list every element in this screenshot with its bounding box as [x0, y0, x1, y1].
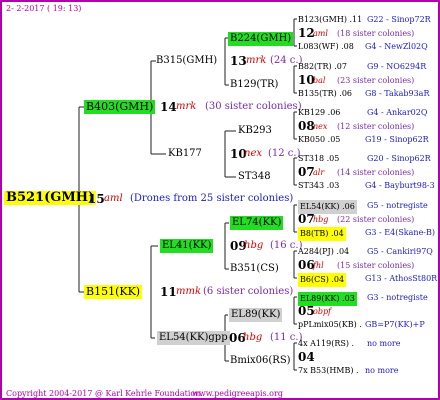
- g4-mark: hbg: [313, 215, 329, 224]
- g3-queen-5[interactable]: EL74(KK): [230, 216, 284, 230]
- g4-bottom-origin: GB=P7(KK)+P: [365, 320, 425, 329]
- g3-queen-3[interactable]: KB293: [238, 125, 272, 137]
- g4-top-origin: G3 - notregiste: [367, 293, 428, 302]
- g4-bottom-queen[interactable]: ST343 .03: [298, 180, 339, 192]
- g4-note: (14 sister colonies): [337, 168, 415, 177]
- g4-top-origin: G5 - Cankiri97Q: [367, 247, 433, 256]
- root-note: (Drones from 25 sister colonies): [130, 193, 294, 204]
- g3-queen-4[interactable]: ST348: [238, 171, 271, 183]
- g4-bottom-queen[interactable]: B6(CS) .04: [298, 273, 347, 287]
- g2-num-1: 13: [230, 54, 247, 68]
- g4-mark: bal: [313, 76, 326, 85]
- g4-mark: aml: [313, 29, 328, 38]
- g4-note: (22 sister colonies): [337, 215, 415, 224]
- g2-mark-1: mrk: [246, 55, 267, 66]
- g4-top-origin: G5 - notregiste: [367, 201, 428, 210]
- g4-mark: alr: [313, 168, 325, 177]
- g4-bottom-origin: no more: [365, 366, 399, 375]
- sire-mark: mrk: [176, 101, 197, 112]
- g4-note: (12 sister colonies): [337, 122, 415, 131]
- g4-top-queen[interactable]: B82(TR) .07: [298, 61, 347, 73]
- g4-gen-num: 04: [298, 350, 315, 364]
- sire-note: (30 sister colonies): [205, 101, 302, 112]
- g4-top-origin: no more: [367, 339, 401, 348]
- root-queen[interactable]: B521(GMH): [4, 191, 97, 205]
- g4-bottom-origin: G4 - NewZl02Q: [365, 42, 428, 51]
- g4-bottom-origin: G8 - Takab93aR: [365, 89, 430, 98]
- g2-mark-4: hbg: [243, 332, 263, 343]
- g3-queen-7[interactable]: EL89(KK): [229, 308, 283, 322]
- g4-top-queen[interactable]: ST318 .05: [298, 153, 339, 165]
- footer-url[interactable]: www.pedigreeapis.org: [192, 388, 283, 400]
- g4-bottom-queen[interactable]: 7x B53(HMB) .: [298, 365, 359, 377]
- g2-mark-3: hbg: [244, 240, 264, 251]
- dam-mark: mmk: [176, 286, 202, 297]
- g4-bottom-origin: G19 - Sinop62R: [365, 135, 429, 144]
- g4-bottom-origin: G3 - E4(Skane-B): [365, 228, 436, 237]
- g2-queen-1[interactable]: B315(GMH): [156, 55, 217, 67]
- dam-queen[interactable]: B151(KK): [84, 285, 143, 299]
- g3-queen-8[interactable]: Bmix06(RS): [230, 355, 291, 367]
- g4-top-origin: G22 - Sinop72R: [367, 15, 431, 24]
- g4-bottom-queen[interactable]: pPLmix05(KB) .: [298, 319, 362, 331]
- g3-queen-6[interactable]: B351(CS): [230, 263, 279, 275]
- g3-queen-2[interactable]: B129(TR): [230, 79, 278, 91]
- g4-top-queen[interactable]: KB129 .06: [298, 107, 340, 119]
- g4-top-queen[interactable]: B123(GMH) .11: [298, 14, 362, 26]
- dam-note: (6 sister colonies): [203, 286, 294, 297]
- g4-note: (18 sister colonies): [337, 29, 415, 38]
- dam-gen-num: 11: [160, 285, 177, 299]
- g4-top-queen[interactable]: 4x A119(RS) .: [298, 338, 354, 350]
- g2-note-2: (12 c.): [268, 148, 301, 159]
- g4-bottom-queen[interactable]: KB050 .05: [298, 134, 340, 146]
- g4-mark: fhl: [313, 261, 324, 270]
- g2-mark-2: nex: [244, 148, 262, 159]
- g4-note: (23 sister colonies): [337, 76, 415, 85]
- g4-bottom-queen[interactable]: B8(TB) .04: [298, 227, 346, 241]
- g2-queen-2[interactable]: KB177: [168, 148, 202, 160]
- g4-mark: obpf: [313, 307, 332, 316]
- root-gen-num: 15: [88, 192, 105, 206]
- g4-note: (15 sister colonies): [337, 261, 415, 270]
- g3-queen-1[interactable]: B224(GMH): [228, 32, 294, 46]
- g4-mark: nex: [313, 122, 328, 131]
- sire-gen-num: 14: [160, 100, 177, 114]
- g4-top-origin: G20 - Sinop62R: [367, 154, 431, 163]
- footer-copyright: Copyright 2004-2017 @ Karl Kehrle Founda…: [6, 389, 203, 398]
- g4-bottom-queen[interactable]: L083(WF) .08: [298, 41, 354, 53]
- g2-queen-3[interactable]: EL41(KK): [160, 239, 214, 253]
- g2-queen-4[interactable]: EL54(KK)gpp: [157, 331, 230, 345]
- g4-top-origin: G4 - Ankar02Q: [367, 108, 428, 117]
- date-stamp: 2- 2-2017 ( 19: 13): [6, 4, 82, 13]
- root-mark: aml: [104, 193, 123, 204]
- sire-queen[interactable]: B403(GMH): [84, 100, 156, 114]
- g4-bottom-origin: G13 - AthosSt80R: [365, 274, 438, 283]
- g4-bottom-origin: G4 - Bayburt98-3: [365, 181, 435, 190]
- g4-bottom-queen[interactable]: B135(TR) .06: [298, 88, 352, 100]
- g4-top-queen[interactable]: A284(PJ) .04: [298, 246, 349, 258]
- g4-top-origin: G9 - NO6294R: [367, 62, 427, 71]
